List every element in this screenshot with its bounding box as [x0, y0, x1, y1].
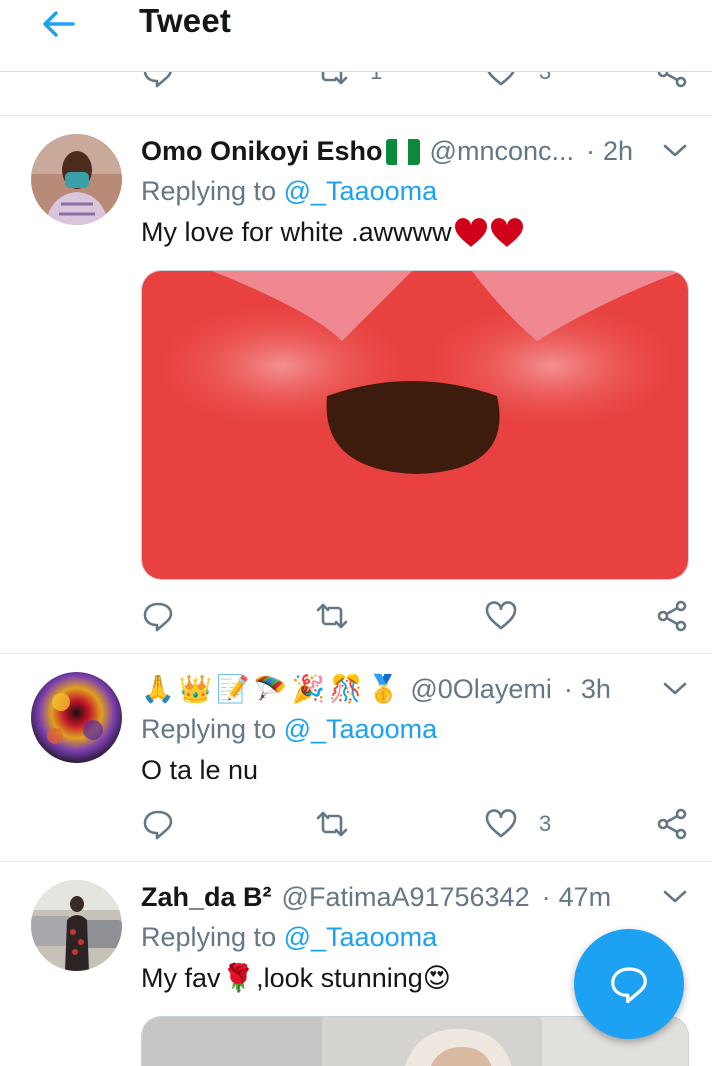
share-button[interactable] [656, 600, 688, 632]
timestamp: 47m [558, 882, 612, 912]
chevron-down-icon[interactable] [662, 142, 688, 160]
avatar[interactable] [31, 880, 122, 971]
nigeria-flag-emoji [385, 138, 420, 165]
avatar-image [31, 880, 122, 971]
heart-eyes-emoji: 😍 [422, 963, 451, 993]
parachute-emoji: 🪂 [253, 674, 288, 704]
mention-link[interactable]: @_Taaooma [284, 176, 438, 206]
separator-dot: · [563, 674, 573, 704]
crown-emoji: 👑 [178, 674, 213, 704]
separator-dot: · [541, 882, 551, 912]
avatar-image [31, 134, 122, 225]
heart-icon [485, 809, 517, 838]
compose-reply-icon [611, 967, 647, 1004]
tweet-text: My fav 🌹 ,look stunning 😍 [141, 963, 451, 994]
separator-dot: · [586, 136, 595, 166]
replying-to: Replying to @_Taaooma [141, 176, 437, 207]
heart-icon [485, 601, 517, 630]
back-button[interactable] [38, 6, 78, 42]
compose-reply-button[interactable] [574, 929, 684, 1039]
replying-prefix: Replying to [141, 922, 277, 952]
tweet-header: 🙏 👑 📝 🪂 🎉 🎊 🥇 @0Olayemi · 3h [141, 674, 611, 705]
confetti-ball-emoji: 🎊 [329, 674, 363, 704]
display-name-emojis[interactable]: 🙏 👑 📝 🪂 🎉 🎊 🥇 [141, 676, 400, 703]
first-place-medal-emoji: 🥇 [366, 674, 401, 704]
tweet-text-content: My love for white .awwww [141, 217, 452, 247]
replying-to: Replying to @_Taaooma [141, 922, 437, 953]
mention-link[interactable]: @_Taaooma [284, 714, 438, 744]
replying-prefix: Replying to [141, 714, 277, 744]
tweet-media-image[interactable] [141, 270, 689, 580]
display-name[interactable]: Zah_da B² [141, 882, 272, 913]
praying-hands-emoji: 🙏 [141, 674, 175, 704]
tweet-text-content: O ta le nu [141, 755, 259, 785]
like-button[interactable]: 3 [485, 808, 551, 840]
arrow-left-icon [43, 11, 75, 37]
party-popper-emoji: 🎉 [291, 674, 326, 704]
avatar-image [31, 672, 122, 763]
chevron-down-icon[interactable] [662, 888, 688, 906]
retweet-icon [316, 811, 348, 837]
replying-prefix: Replying to [141, 176, 277, 206]
reply-tweet[interactable]: Omo Onikoyi Esho @mnconc... · 2h Replyin… [0, 116, 712, 654]
timestamp: 3h [580, 674, 611, 704]
retweet-icon [316, 603, 348, 629]
tweet-header: Zah_da B² @FatimaA91756342 · 47m [141, 882, 611, 913]
reply-icon [143, 602, 173, 632]
chevron-down-icon[interactable] [662, 680, 688, 698]
heart-emoji [454, 217, 487, 247]
avatar[interactable] [31, 672, 122, 763]
heart-eyes-emoji-closeup-image [142, 271, 688, 579]
tweet-text: O ta le nu [141, 755, 258, 786]
tweet-header: Omo Onikoyi Esho @mnconc... · 2h [141, 136, 633, 167]
timestamp: 2h [603, 136, 634, 166]
like-count: 3 [539, 811, 552, 836]
reply-button[interactable] [142, 808, 174, 840]
like-button[interactable] [485, 600, 517, 632]
tweet-text-part2: ,look stunning [256, 963, 423, 993]
display-name[interactable]: Omo Onikoyi Esho [141, 136, 383, 167]
tweet-text-part1: My fav [141, 963, 221, 993]
reply-button[interactable] [142, 600, 174, 632]
handle[interactable]: @FatimaA91756342 [282, 882, 530, 913]
avatar[interactable] [31, 134, 122, 225]
top-app-bar: Tweet [0, 0, 712, 72]
handle[interactable]: @mnconc... [430, 136, 574, 167]
share-icon [657, 808, 687, 840]
rose-emoji: 🌹 [221, 963, 256, 993]
reply-icon [143, 810, 173, 840]
share-button[interactable] [656, 808, 688, 840]
memo-emoji: 📝 [216, 674, 250, 704]
handle[interactable]: @0Olayemi [410, 674, 551, 705]
retweet-button[interactable] [316, 808, 348, 840]
page-title: Tweet [139, 2, 232, 39]
tweet-text: My love for white .awwww [141, 217, 524, 248]
heart-emoji [490, 217, 523, 247]
replying-to: Replying to @_Taaooma [141, 714, 437, 745]
reply-tweet[interactable]: 🙏 👑 📝 🪂 🎉 🎊 🥇 @0Olayemi · 3h Replying to… [0, 654, 712, 862]
mention-link[interactable]: @_Taaooma [284, 922, 438, 952]
retweet-button[interactable] [316, 600, 348, 632]
share-icon [657, 600, 687, 632]
